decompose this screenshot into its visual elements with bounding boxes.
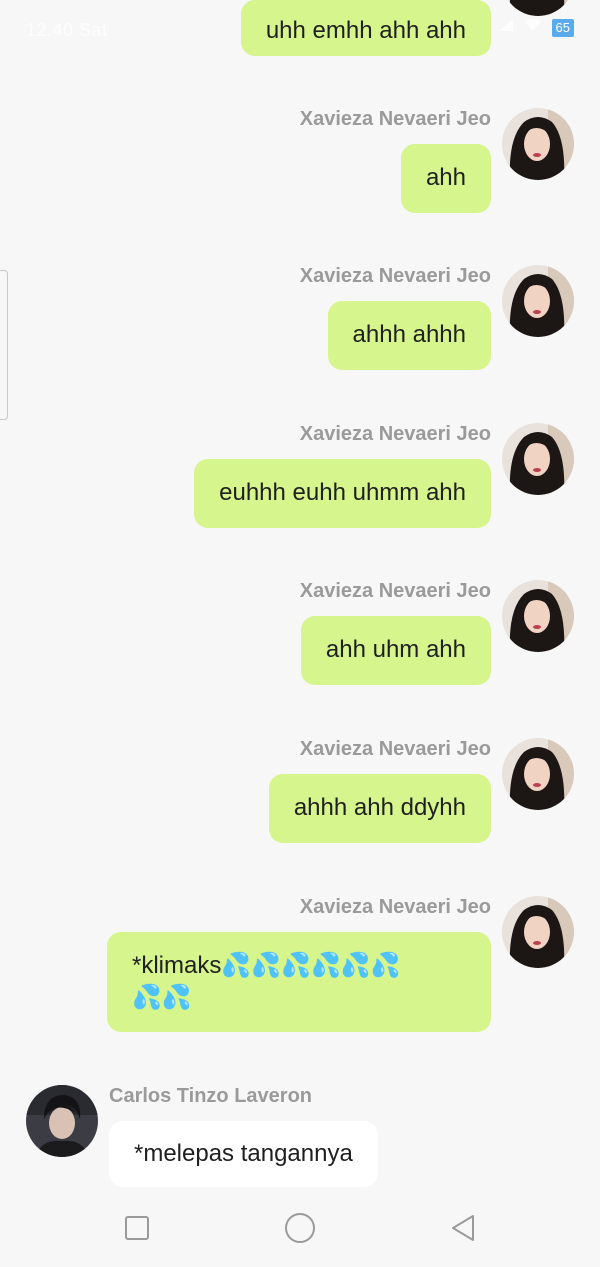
status-time: 12.40 Sat (26, 20, 108, 40)
sender-name: Xavieza Nevaeri Jeo (299, 108, 491, 130)
female-avatar[interactable] (502, 580, 574, 652)
message-bubble[interactable]: ahh (400, 144, 491, 213)
recent-apps-button[interactable] (117, 1208, 157, 1248)
sender-name: Xavieza Nevaeri Jeo (299, 738, 491, 760)
message-bubble[interactable]: ahhh ahhh (327, 301, 491, 370)
message-bubble[interactable]: euhhh euhh uhmm ahh (194, 459, 491, 528)
message-text: ahh (425, 164, 466, 191)
message-text: ahh uhm ahh (325, 636, 466, 663)
home-button[interactable] (280, 1208, 320, 1248)
male-avatar[interactable] (26, 1085, 98, 1157)
sender-name: Carlos Tinzo Laveron (109, 1085, 313, 1107)
message-text: *klimaks💦💦💦💦💦💦 (132, 952, 401, 979)
message-text: ahhh ahh ddyhh (293, 794, 466, 821)
message-bubble[interactable]: *klimaks💦💦💦💦💦💦 💦💦 (107, 932, 491, 1032)
female-avatar[interactable] (502, 108, 574, 180)
female-avatar[interactable] (502, 265, 574, 337)
back-button[interactable] (443, 1208, 483, 1248)
message-text: ahhh ahhh (352, 321, 466, 348)
status-icons: 65 (498, 18, 574, 37)
navigation-bar (0, 1190, 600, 1267)
female-avatar[interactable] (502, 896, 574, 968)
edge-panel-handle[interactable] (0, 270, 8, 420)
female-avatar[interactable] (502, 423, 574, 495)
square-icon (125, 1216, 149, 1240)
circle-icon (285, 1213, 315, 1243)
sender-name: Xavieza Nevaeri Jeo (299, 423, 491, 445)
message-bubble[interactable]: ahh uhm ahh (300, 616, 491, 685)
message-bubble[interactable]: *melepas tangannya (109, 1121, 378, 1187)
message-text: euhhh euhh uhmm ahh (219, 479, 466, 506)
sender-name: Xavieza Nevaeri Jeo (299, 896, 491, 918)
message-text: *melepas tangannya (134, 1140, 353, 1167)
female-avatar[interactable] (502, 738, 574, 810)
triangle-back-icon (452, 1215, 474, 1241)
sender-name: Xavieza Nevaeri Jeo (299, 265, 491, 287)
signal-icon (498, 18, 514, 37)
status-bar: 12.40 Sat 65 (0, 0, 600, 60)
sender-name: Xavieza Nevaeri Jeo (299, 580, 491, 602)
wifi-icon (524, 18, 542, 37)
message-text-continued: 💦💦 (132, 984, 192, 1011)
message-bubble[interactable]: ahhh ahh ddyhh (268, 774, 491, 843)
battery-icon: 65 (551, 18, 574, 37)
